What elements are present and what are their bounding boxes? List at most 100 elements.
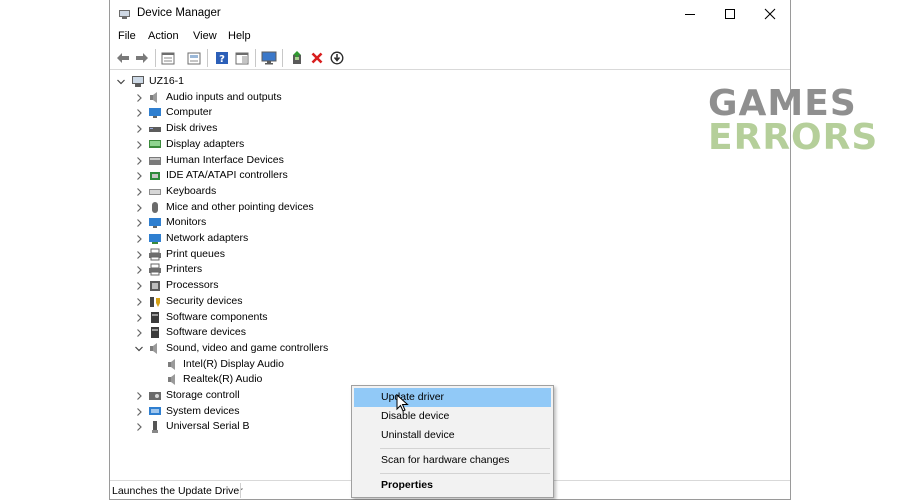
chevron-right-icon[interactable]	[134, 156, 144, 166]
menu-view[interactable]: View	[193, 30, 217, 42]
chevron-right-icon[interactable]	[134, 407, 144, 417]
tree-item-computer[interactable]: Computer	[110, 105, 440, 121]
security-icon	[150, 296, 160, 307]
speaker-icon	[150, 342, 157, 354]
tree-item-label: Disk drives	[166, 122, 218, 135]
tree-item-label: Intel(R) Display Audio	[183, 357, 284, 370]
tree-item-label: Security devices	[166, 294, 243, 307]
chevron-down-icon[interactable]	[134, 344, 144, 354]
tree-item-printers[interactable]: Printers	[110, 262, 440, 278]
toolbar-separator	[155, 49, 156, 67]
tree-item-processors[interactable]: Processors	[110, 278, 440, 294]
tree-root[interactable]: UZ16-1	[110, 74, 410, 90]
chevron-right-icon[interactable]	[134, 140, 144, 150]
tree-item-software-devices[interactable]: Software devices	[110, 325, 440, 341]
chevron-right-icon[interactable]	[134, 108, 144, 118]
system-icon	[149, 406, 161, 415]
printer-icon	[149, 263, 161, 276]
tree-item-label: Human Interface Devices	[166, 153, 284, 166]
monitor-icon	[261, 51, 277, 65]
chevron-right-icon[interactable]	[134, 124, 144, 134]
tree-item-print-queues[interactable]: Print queues	[110, 247, 440, 263]
tree-item-label: Keyboards	[166, 184, 217, 197]
menu-help[interactable]: Help	[228, 30, 251, 42]
status-separator	[240, 483, 241, 498]
printer-icon	[149, 248, 161, 261]
tree-item-display-adapters[interactable]: Display adapters	[110, 137, 440, 153]
tree-item-audio-inputs-and-outputs[interactable]: Audio inputs and outputs	[110, 90, 440, 106]
uninstall-button[interactable]	[309, 50, 325, 66]
update-driver-button[interactable]	[289, 50, 305, 66]
menu-item-label: Uninstall device	[381, 429, 455, 441]
chevron-right-icon[interactable]	[134, 203, 144, 213]
menu-item-label: Properties	[381, 479, 433, 491]
details-button[interactable]	[186, 50, 202, 66]
chevron-right-icon[interactable]	[134, 422, 144, 432]
monitor-icon	[149, 218, 161, 229]
storage-icon	[149, 392, 161, 400]
screenshot: Device Manager File Action View Help ? U…	[0, 0, 900, 500]
close-button[interactable]	[750, 0, 790, 28]
chevron-down-icon[interactable]	[116, 77, 126, 87]
computer-icon	[149, 108, 161, 119]
monitor-button[interactable]	[261, 50, 277, 66]
properties-pane-button[interactable]	[160, 50, 176, 66]
chevron-right-icon[interactable]	[134, 218, 144, 228]
minimize-button[interactable]	[670, 0, 710, 28]
tree-item-mice-and-other-pointing-devices[interactable]: Mice and other pointing devices	[110, 200, 440, 216]
menu-action[interactable]: Action	[148, 30, 179, 42]
chevron-right-icon[interactable]	[134, 391, 144, 401]
tree-item-ide-ata-atapi-controllers[interactable]: IDE ATA/ATAPI controllers	[110, 168, 440, 184]
forward-button[interactable]	[134, 50, 150, 66]
tree-item-sound-video-and-game-controllers[interactable]: Sound, video and game controllers	[110, 341, 440, 357]
menu-item-scan-hardware[interactable]: Scan for hardware changes	[354, 451, 551, 470]
chevron-right-icon[interactable]	[134, 250, 144, 260]
chevron-right-icon[interactable]	[134, 93, 144, 103]
update-driver-icon	[293, 51, 301, 64]
mouse-icon	[152, 201, 158, 213]
tree-item-human-interface-devices[interactable]: Human Interface Devices	[110, 153, 440, 169]
menu-item-update-driver[interactable]: Update driver	[354, 388, 551, 407]
toolbar-separator	[207, 49, 208, 67]
software-icon	[151, 327, 159, 339]
minimize-icon	[685, 14, 695, 15]
tree-item-network-adapters[interactable]: Network adapters	[110, 231, 440, 247]
chevron-right-icon[interactable]	[134, 234, 144, 244]
menu-item-disable-device[interactable]: Disable device	[354, 407, 551, 426]
tree-root-label: UZ16-1	[149, 75, 185, 87]
properties-pane-icon	[161, 52, 175, 64]
toolbar: ?	[110, 46, 790, 70]
tree-item-label: System devices	[166, 404, 240, 417]
tree-item-software-components[interactable]: Software components	[110, 310, 440, 326]
menu-file[interactable]: File	[118, 30, 136, 42]
scan-button[interactable]	[329, 50, 345, 66]
tree-item-security-devices[interactable]: Security devices	[110, 294, 440, 310]
tree-item-label: Printers	[166, 263, 203, 276]
tree-item-label: Universal Serial B	[166, 420, 250, 433]
back-button[interactable]	[115, 50, 131, 66]
tree-item-monitors[interactable]: Monitors	[110, 215, 440, 231]
chevron-right-icon[interactable]	[134, 281, 144, 291]
chevron-right-icon[interactable]	[134, 328, 144, 338]
menu-item-properties[interactable]: Properties	[354, 476, 551, 495]
window-title: Device Manager	[137, 7, 221, 19]
tree-item-intel-r-display-audio[interactable]: Intel(R) Display Audio	[110, 357, 440, 373]
title-bar: Device Manager	[110, 0, 790, 28]
tree-item-disk-drives[interactable]: Disk drives	[110, 121, 440, 137]
menu-item-label: Disable device	[381, 410, 450, 422]
tree-item-label: IDE ATA/ATAPI controllers	[166, 169, 288, 182]
chevron-right-icon[interactable]	[134, 313, 144, 323]
maximize-button[interactable]	[710, 0, 750, 28]
chevron-right-icon[interactable]	[134, 171, 144, 181]
help-button[interactable]: ?	[214, 50, 230, 66]
computer-icon	[132, 76, 144, 87]
show-hide-button[interactable]	[234, 50, 250, 66]
maximize-icon	[725, 9, 735, 19]
speaker-icon	[168, 374, 175, 386]
menu-item-uninstall-device[interactable]: Uninstall device	[354, 426, 551, 445]
tree-item-keyboards[interactable]: Keyboards	[110, 184, 440, 200]
chevron-right-icon[interactable]	[134, 265, 144, 275]
chevron-right-icon[interactable]	[134, 297, 144, 307]
svg-text:?: ?	[219, 54, 225, 65]
chevron-right-icon[interactable]	[134, 187, 144, 197]
